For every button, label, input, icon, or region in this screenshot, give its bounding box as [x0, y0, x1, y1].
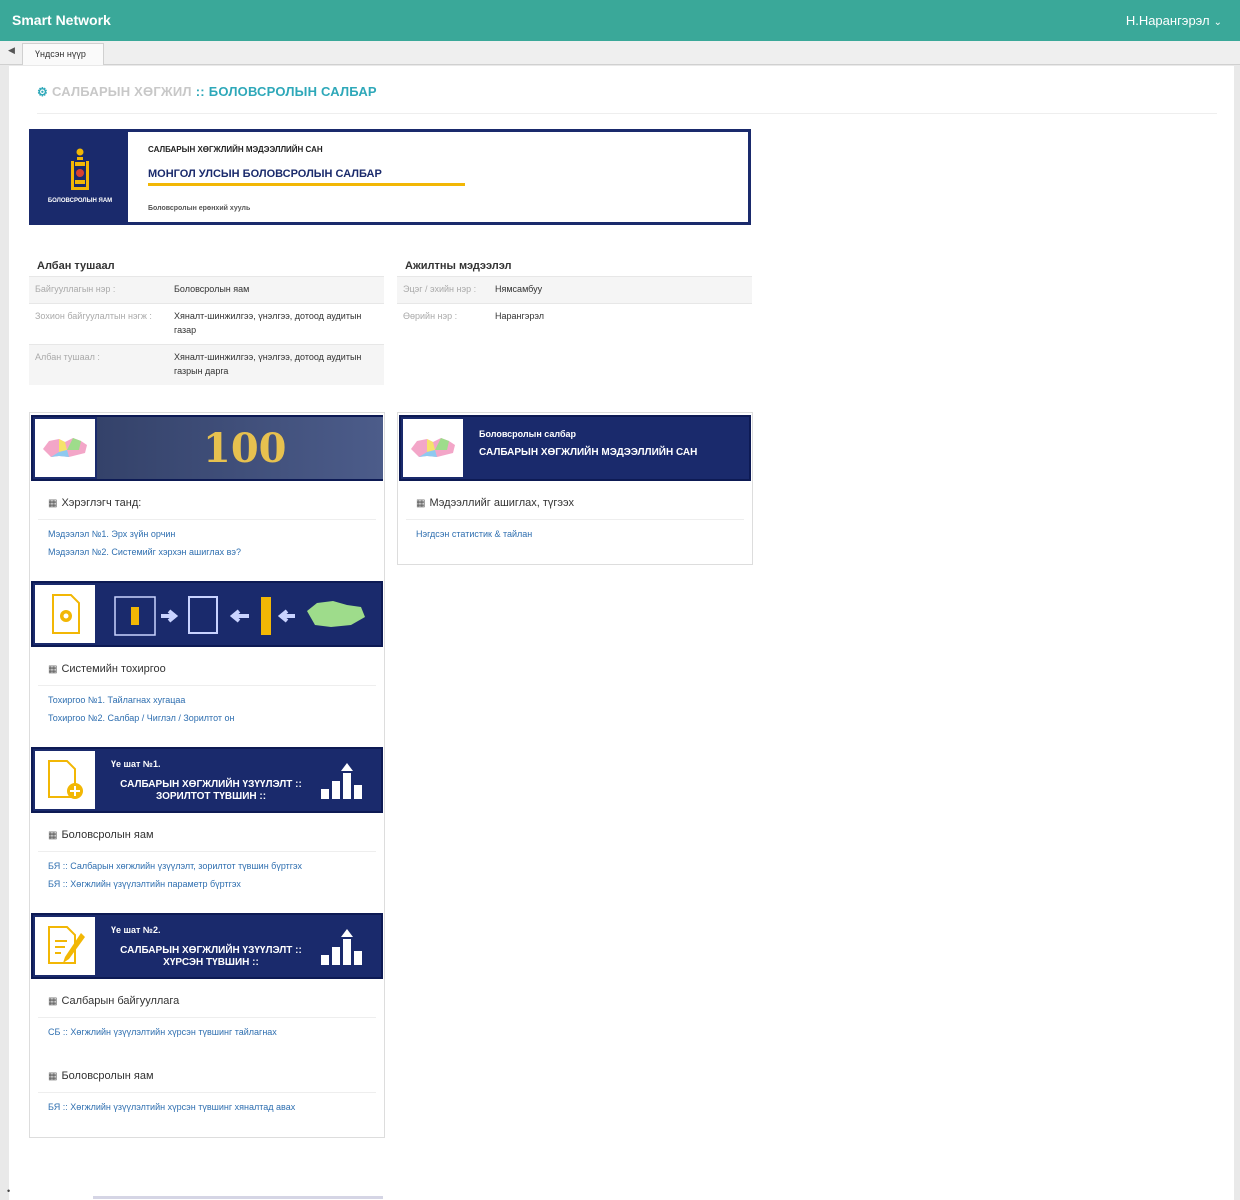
anniversary-100-mark: 100 — [203, 425, 287, 472]
position-info: Албан тушаал Байгууллагын нэр : Боловсро… — [29, 260, 384, 385]
banner-footer: Боловсролын ерөнхий хууль — [148, 205, 251, 212]
main-content: ⚙ САЛБАРЫН ХӨГЖИЛ:: БОЛОВСРОЛЫН САЛБАР БОЛ… — [9, 66, 1234, 1200]
page-title: ⚙ САЛБАРЫН ХӨГЖИЛ:: БОЛОВСРОЛЫН САЛБАР — [37, 84, 377, 99]
stage2-banner: Үе шат №2. САЛБАРЫН ХӨГЖЛИЙН ҮЗҮҮЛЭЛТ ::… — [31, 913, 383, 979]
stage1-label: Үе шат №1. — [111, 759, 161, 769]
ministry-heading-2: ▦ Боловсролын яам — [48, 1070, 154, 1082]
chevron-down-icon: ⌄ — [1213, 17, 1222, 28]
settings-banner — [31, 581, 383, 647]
top-bar: Smart Network Н.Нарангэрэл ⌄ — [0, 0, 1240, 41]
gears-icon: ⚙ — [37, 85, 48, 99]
employee-info: Ажилтны мэдээлэл Эцэг / эхийн нэр : Нямс… — [397, 260, 752, 330]
info-fund-banner: Боловсролын салбар САЛБАРЫН ХӨГЖЛИЙН МЭД… — [399, 415, 751, 481]
divider — [38, 1017, 376, 1018]
settings-document-icon — [52, 594, 80, 634]
data-usage-heading: ▦ Мэдээллийг ашиглах, түгээх — [416, 497, 574, 509]
map-thumb — [35, 419, 95, 477]
link-unified-statistics[interactable]: Нэгдсэн статистик & тайлан — [416, 529, 532, 539]
ministry-label: БОЛОВСРОЛЫН ЯАМ — [47, 198, 113, 204]
mongolia-map-icon — [411, 438, 455, 457]
link-report-period[interactable]: Тохиргоо №1. Тайлагнах хугацаа — [48, 695, 185, 705]
tab-scroll-left-icon[interactable]: ◀ — [8, 45, 15, 56]
workflow-diagram-icon — [114, 596, 365, 636]
user-menu[interactable]: Н.Нарангэрэл ⌄ — [1126, 13, 1222, 28]
bar-chart-icon — [321, 929, 362, 965]
edit-document-icon — [48, 926, 85, 964]
tab-home[interactable]: Үндсэн нүүр — [22, 43, 104, 65]
link-target-level-register[interactable]: БЯ :: Салбарын хөгжлийн үзүүлэлт, зорилт… — [48, 861, 302, 871]
sector-banner: БОЛОВСРОЛЫН ЯАМ САЛБАРЫН ХӨГЖЛИЙН МЭДЭЭЛ… — [29, 129, 751, 225]
divider — [38, 1092, 376, 1093]
map-thumb — [403, 419, 463, 477]
link-report-achieved-level[interactable]: СБ :: Хөгжлийн үзүүлэлтийн хүрсэн түвшин… — [48, 1027, 277, 1037]
stage2-label: Үе шат №2. — [111, 925, 161, 935]
users-banner: 100 — [31, 415, 383, 481]
link-how-to-use[interactable]: Мэдээлэл №2. Системийг хэрхэн ашиглах вэ… — [48, 547, 241, 557]
stage2-title: САЛБАРЫН ХӨГЖЛИЙН ҮЗҮҮЛЭЛТ :: ХҮРСЭН ТҮВ… — [120, 945, 302, 968]
ministry-heading: ▦ Боловсролын яам — [48, 829, 154, 841]
soyombo-emblem-icon — [71, 148, 89, 190]
tab-bar: ◀ Үндсэн нүүр — [0, 41, 1240, 65]
grid-icon: ▦ — [416, 498, 426, 509]
position-heading: Албан тушаал — [37, 260, 115, 272]
info-fund-sub: Боловсролын салбар — [479, 429, 577, 439]
corner-marker: • — [7, 1186, 11, 1196]
banner-title: МОНГОЛ УЛСЫН БОЛОВСРОЛЫН САЛБАР — [148, 168, 382, 180]
app-title[interactable]: Smart Network — [12, 12, 111, 28]
add-document-icon — [48, 760, 83, 799]
info-row: Байгууллагын нэр : Боловсролын яам — [29, 276, 384, 303]
title-divider — [37, 113, 1217, 114]
stage1-banner: Үе шат №1. САЛБАРЫН ХӨГЖЛИЙН ҮЗҮҮЛЭЛТ ::… — [31, 747, 383, 813]
stage1-thumb — [35, 751, 95, 809]
banner-underline — [148, 183, 465, 186]
horizontal-scrollbar[interactable] — [93, 1196, 383, 1199]
link-sector-direction[interactable]: Тохиргоо №2. Салбар / Чиглэл / Зорилтот … — [48, 713, 234, 723]
left-panel: 100 ▦ Хэрэглэгч танд: Мэдээлэл №1. Эрх зү… — [29, 412, 385, 1138]
info-row: Эцэг / эхийн нэр : Нямсамбуу — [397, 276, 752, 303]
ministry-logo-block: БОЛОВСРОЛЫН ЯАМ — [32, 132, 128, 222]
info-row: Зохион байгуулалтын нэгж : Хяналт-шинжил… — [29, 303, 384, 344]
right-panel: Боловсролын салбар САЛБАРЫН ХӨГЖЛИЙН МЭД… — [397, 412, 753, 565]
grid-icon: ▦ — [48, 996, 58, 1007]
link-legal-info[interactable]: Мэдээлэл №1. Эрх зүйн орчин — [48, 529, 175, 539]
link-parameter-register[interactable]: БЯ :: Хөгжлийн үзүүлэлтийн параметр бүрт… — [48, 879, 241, 889]
banner-subtitle: САЛБАРЫН ХӨГЖЛИЙН МЭДЭЭЛЛИЙН САН — [148, 145, 323, 154]
divider — [38, 851, 376, 852]
info-row: Өөрийн нэр : Нарангэрэл — [397, 303, 752, 330]
divider — [38, 685, 376, 686]
divider — [38, 519, 376, 520]
settings-heading: ▦ Системийн тохиргоо — [48, 663, 166, 675]
user-info-heading: ▦ Хэрэглэгч танд: — [48, 497, 142, 509]
grid-icon: ▦ — [48, 498, 58, 509]
grid-icon: ▦ — [48, 1071, 58, 1082]
bar-chart-icon — [321, 763, 362, 799]
employee-heading: Ажилтны мэдээлэл — [405, 260, 512, 272]
grid-icon: ▦ — [48, 664, 58, 675]
divider — [406, 519, 744, 520]
info-row: Албан тушаал : Хяналт-шинжилгээ, үнэлгээ… — [29, 344, 384, 385]
info-fund-title: САЛБАРЫН ХӨГЖЛИЙН МЭДЭЭЛЛИЙН САН — [479, 447, 698, 458]
stage1-title: САЛБАРЫН ХӨГЖЛИЙН ҮЗҮҮЛЭЛТ :: ЗОРИЛТОТ Т… — [120, 779, 302, 802]
stage2-thumb — [35, 917, 95, 975]
sector-org-heading: ▦ Салбарын байгууллага — [48, 995, 180, 1007]
grid-icon: ▦ — [48, 830, 58, 841]
link-monitor-achieved-level[interactable]: БЯ :: Хөгжлийн үзүүлэлтийн хүрсэн түвшин… — [48, 1102, 295, 1112]
mongolia-map-icon — [43, 438, 87, 457]
user-name: Н.Нарангэрэл — [1125, 13, 1210, 28]
settings-doc-thumb — [35, 585, 95, 643]
